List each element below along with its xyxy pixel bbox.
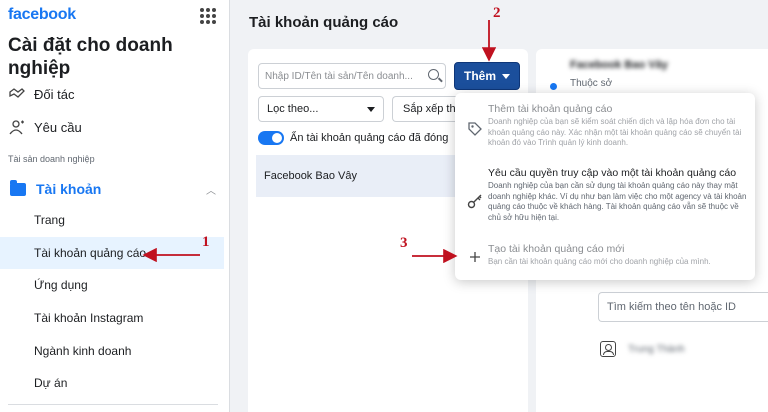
assets-section-label: Tài sản doanh nghiệp	[8, 154, 95, 164]
add-button-label: Thêm	[463, 69, 496, 83]
filter-label: Lọc theo...	[267, 103, 319, 115]
key-icon	[467, 193, 483, 209]
sidebar-item-pages[interactable]: Trang	[0, 204, 224, 236]
people-search-placeholder: Tìm kiếm theo tên hoặc ID	[607, 301, 736, 313]
owned-by-label: Thuộc sở	[570, 78, 613, 89]
sidebar-item-label: Tài khoản Instagram	[34, 311, 144, 325]
people-search-input[interactable]: Tìm kiếm theo tên hoặc ID	[598, 292, 768, 322]
search-icon	[428, 69, 439, 80]
plus-icon	[467, 249, 483, 265]
sidebar-item-label: Ngành kinh doanh	[34, 344, 132, 358]
chevron-up-icon[interactable]: ︿	[206, 182, 216, 197]
page-title: Tài khoản quảng cáo	[249, 14, 399, 31]
sidebar-item-partners[interactable]: Đối tác	[8, 83, 74, 105]
hide-closed-toggle[interactable]	[258, 131, 284, 145]
sidebar-item-requests[interactable]: Yêu cầu	[8, 116, 82, 138]
sidebar-item-projects[interactable]: Dự án	[0, 367, 224, 399]
search-input[interactable]: Nhập ID/Tên tài sản/Tên doanh...	[258, 63, 446, 89]
menu-item-desc: Bạn cần tài khoản quảng cáo mới cho doan…	[488, 257, 711, 266]
sidebar-item-label: Yêu cầu	[34, 119, 82, 135]
list-item[interactable]: Trung Thành	[600, 341, 685, 357]
toggle-label: Ẩn tài khoản quảng cáo đã đóng	[290, 132, 449, 144]
business-settings-title: Cài đặt cho doanh nghiệp	[8, 35, 173, 79]
person-name: Trung Thành	[628, 343, 685, 355]
handshake-icon	[8, 86, 26, 102]
apps-grid-icon[interactable]	[200, 8, 216, 24]
person-request-icon	[8, 119, 26, 135]
caret-down-icon	[502, 73, 510, 79]
sidebar: facebook Cài đặt cho doanh nghiệp Đối tá…	[0, 0, 230, 412]
hide-closed-toggle-row: Ẩn tài khoản quảng cáo đã đóng	[258, 129, 454, 147]
sidebar-item-label: Dự án	[34, 376, 68, 390]
account-name: Facebook Bao Vây	[264, 170, 357, 182]
annotation-label-2: 2	[493, 5, 501, 21]
sidebar-item-label: Tài khoản quảng cáo	[34, 246, 147, 260]
person-card-icon	[600, 341, 616, 357]
sidebar-item-label: Đối tác	[34, 86, 75, 102]
sidebar-item-label: Tài khoản	[36, 181, 102, 197]
add-button[interactable]: Thêm	[454, 62, 520, 90]
sidebar-item-accounts[interactable]: Tài khoản ︿	[0, 176, 230, 202]
sidebar-item-business-lines[interactable]: Ngành kinh doanh	[0, 335, 224, 367]
sidebar-item-ad-accounts[interactable]: Tài khoản quảng cáo	[0, 237, 224, 269]
folder-icon	[10, 179, 26, 196]
filter-dropdown[interactable]: Lọc theo...	[258, 96, 384, 122]
status-dot	[550, 83, 557, 90]
menu-item-title: Tạo tài khoản quảng cáo mới	[488, 243, 625, 255]
search-placeholder: Nhập ID/Tên tài sản/Tên doanh...	[265, 70, 413, 82]
menu-item-desc: Doanh nghiệp của bạn sẽ kiểm soát chiến …	[488, 117, 742, 147]
sidebar-item-label: Ứng dụng	[34, 278, 88, 292]
sidebar-item-label: Trang	[34, 213, 65, 227]
sidebar-item-instagram-accounts[interactable]: Tài khoản Instagram	[0, 302, 224, 334]
menu-item-title: Thêm tài khoản quảng cáo	[488, 103, 613, 115]
menu-item-desc: Doanh nghiệp của bạn cần sử dụng tài kho…	[488, 181, 747, 222]
facebook-logo[interactable]: facebook	[8, 6, 76, 24]
account-detail-name: Facebook Bao Vây	[570, 59, 668, 71]
annotation-label-1: 1	[202, 234, 210, 250]
caret-down-icon	[367, 107, 375, 112]
tag-icon	[467, 121, 483, 137]
divider	[8, 404, 218, 405]
menu-item-title: Yêu cầu quyền truy cập vào một tài khoản…	[488, 167, 737, 179]
add-dropdown-menu: Thêm tài khoản quảng cáo Doanh nghiệp củ…	[455, 93, 755, 280]
sidebar-item-apps[interactable]: Ứng dụng	[0, 269, 224, 301]
annotation-label-3: 3	[400, 235, 408, 251]
